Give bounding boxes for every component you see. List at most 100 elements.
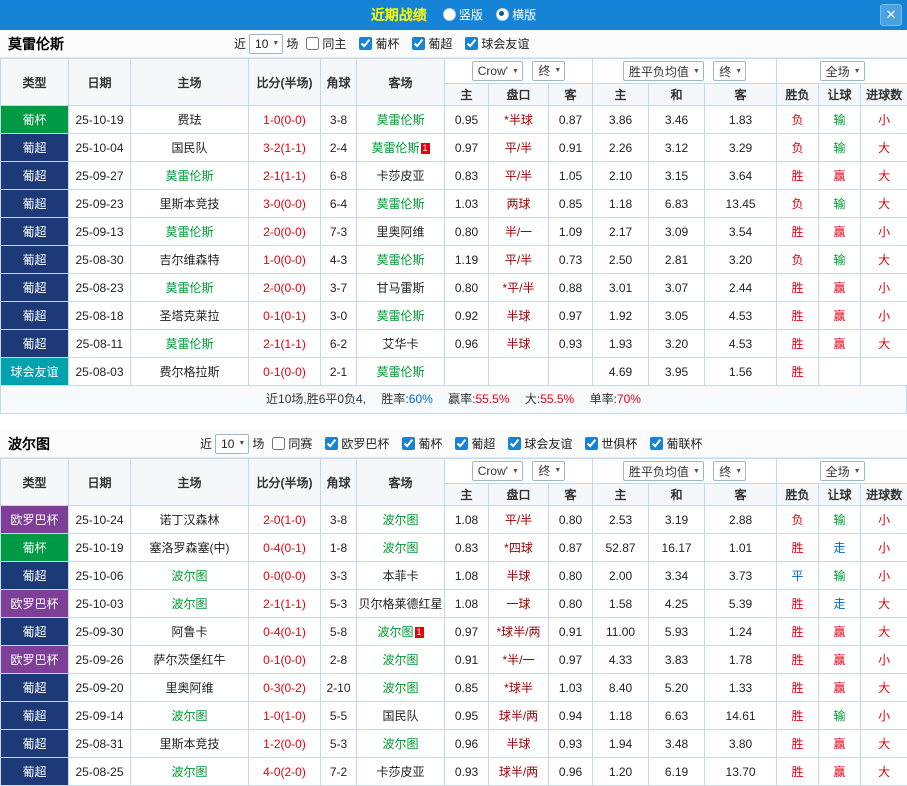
handicap-away-odds-cell: 0.88 xyxy=(549,274,593,302)
handicap-stage-select[interactable]: 终▼ xyxy=(532,461,565,481)
bookmaker-select[interactable]: Crow'▼ xyxy=(472,61,523,81)
date-cell: 25-08-25 xyxy=(69,758,131,786)
match-row: 葡超 25-08-25 波尔图 4-0(2-0) 7-2 卡莎皮亚 0.93 球… xyxy=(1,758,907,786)
checkbox-input[interactable] xyxy=(412,37,425,50)
away-team: 贝尔格莱德红星 xyxy=(358,597,442,611)
radio-icon[interactable] xyxy=(496,8,509,21)
handicap-cell: *球半/两 xyxy=(489,618,549,646)
league-cell: 葡超 xyxy=(1,274,69,302)
filter-label: 葡联杯 xyxy=(666,435,702,452)
odds-draw-cell: 5.93 xyxy=(649,618,705,646)
odds-avg-select[interactable]: 胜平负均值▼ xyxy=(623,461,704,481)
date-cell: 25-09-20 xyxy=(69,674,131,702)
checkbox-input[interactable] xyxy=(402,437,415,450)
handicap-away-odds-cell: 0.73 xyxy=(549,246,593,274)
goals-result-cell: 小 xyxy=(861,562,907,590)
checkbox-input[interactable] xyxy=(650,437,663,450)
home-team-cell: 圣塔克莱拉 xyxy=(131,302,249,330)
result-cell: 负 xyxy=(777,506,819,534)
odds-away-cell: 3.54 xyxy=(705,218,777,246)
handicap-away-odds-cell: 0.80 xyxy=(549,590,593,618)
handicap-cell xyxy=(489,358,549,386)
filter-checkbox[interactable]: 葡超 xyxy=(455,435,495,452)
match-count-select[interactable]: 10▼ xyxy=(249,34,283,54)
odds-draw-cell: 3.12 xyxy=(649,134,705,162)
scope-select[interactable]: 全场▼ xyxy=(820,461,865,481)
checkbox-input[interactable] xyxy=(272,437,285,450)
odds-away-cell: 3.73 xyxy=(705,562,777,590)
radio-icon[interactable] xyxy=(443,8,456,21)
result-cell: 胜 xyxy=(777,274,819,302)
checkbox-input[interactable] xyxy=(585,437,598,450)
checkbox-input[interactable] xyxy=(455,437,468,450)
checkbox-input[interactable] xyxy=(508,437,521,450)
filter-label: 葡超 xyxy=(471,435,495,452)
away-team-cell: 莫雷伦斯 xyxy=(357,106,445,134)
layout-option[interactable]: 竖版 xyxy=(443,6,483,23)
odds-home-cell: 1.18 xyxy=(593,702,649,730)
away-team-cell: 波尔图 xyxy=(357,646,445,674)
home-team: 费尔格拉斯 xyxy=(159,365,219,379)
col-date: 日期 xyxy=(69,459,131,506)
handicap-cell: 球半/两 xyxy=(489,702,549,730)
match-row: 葡超 25-09-27 莫雷伦斯 2-1(1-1) 6-8 卡莎皮亚 0.83 … xyxy=(1,162,907,190)
col-odds-home: 主 xyxy=(593,84,649,106)
away-team: 波尔图 xyxy=(382,513,418,527)
goals-result-cell: 小 xyxy=(861,702,907,730)
home-team: 圣塔克莱拉 xyxy=(159,309,219,323)
odds-draw-cell: 5.20 xyxy=(649,674,705,702)
filter-checkbox[interactable]: 葡杯 xyxy=(359,35,399,52)
filter-checkbox[interactable]: 欧罗巴杯 xyxy=(325,435,389,452)
filter-checkbox[interactable]: 葡超 xyxy=(412,35,452,52)
odds-avg-select[interactable]: 胜平负均值▼ xyxy=(623,61,704,81)
league-cell: 葡超 xyxy=(1,330,69,358)
checkbox-input[interactable] xyxy=(359,37,372,50)
filter-checkbox[interactable]: 同主 xyxy=(306,35,346,52)
near-label: 近 xyxy=(234,35,246,52)
scope-select[interactable]: 全场▼ xyxy=(820,61,865,81)
competition-filters: 同赛 欧罗巴杯 葡杯 葡超 xyxy=(272,435,715,452)
checkbox-input[interactable] xyxy=(465,37,478,50)
handicap-stage-select[interactable]: 终▼ xyxy=(532,61,565,81)
checkbox-input[interactable] xyxy=(306,37,319,50)
bookmaker-select[interactable]: Crow'▼ xyxy=(472,461,523,481)
odds-stage-select[interactable]: 终▼ xyxy=(713,61,746,81)
corners-cell: 3-0 xyxy=(321,302,357,330)
odds-draw-cell: 3.46 xyxy=(649,106,705,134)
layout-option[interactable]: 横版 xyxy=(496,6,536,23)
filter-checkbox[interactable]: 球会友谊 xyxy=(465,35,529,52)
filter-checkbox[interactable]: 球会友谊 xyxy=(508,435,572,452)
match-count-select[interactable]: 10▼ xyxy=(215,434,249,454)
corners-cell: 5-8 xyxy=(321,618,357,646)
odds-draw-cell: 3.34 xyxy=(649,562,705,590)
col-handicap: 盘口 xyxy=(489,84,549,106)
away-team: 卡莎皮亚 xyxy=(376,765,424,779)
result-cell: 胜 xyxy=(777,758,819,786)
odds-home-cell: 8.40 xyxy=(593,674,649,702)
handicap-home-odds-cell: 0.93 xyxy=(445,758,489,786)
league-cell: 葡超 xyxy=(1,302,69,330)
handicap-cell: 半球 xyxy=(489,562,549,590)
close-button[interactable]: ✕ xyxy=(880,4,902,26)
filter-checkbox[interactable]: 葡杯 xyxy=(402,435,442,452)
odds-stage-select[interactable]: 终▼ xyxy=(713,461,746,481)
col-home: 主场 xyxy=(131,59,249,106)
odds-draw-cell: 6.83 xyxy=(649,190,705,218)
filter-checkbox[interactable]: 同赛 xyxy=(272,435,312,452)
handicap-cell: *球半 xyxy=(489,674,549,702)
away-team-cell: 莫雷伦斯 xyxy=(357,246,445,274)
handicap-cell: 平/半 xyxy=(489,506,549,534)
layout-option-label: 竖版 xyxy=(459,6,483,23)
handicap-away-odds-cell: 0.96 xyxy=(549,758,593,786)
date-cell: 25-08-18 xyxy=(69,302,131,330)
filter-checkbox[interactable]: 世俱杯 xyxy=(585,435,637,452)
handicap-home-odds-cell: 1.19 xyxy=(445,246,489,274)
handicap-home-odds-cell: 0.97 xyxy=(445,134,489,162)
away-team: 本菲卡 xyxy=(382,569,418,583)
checkbox-input[interactable] xyxy=(325,437,338,450)
filter-checkbox[interactable]: 葡联杯 xyxy=(650,435,702,452)
record-summary: 近10场,胜6平0负4, 胜率:60% 赢率:55.5% 大:55.5% 单率:… xyxy=(0,386,907,414)
match-row: 葡超 25-09-14 波尔图 1-0(1-0) 5-5 国民队 0.95 球半… xyxy=(1,702,907,730)
league-cell: 欧罗巴杯 xyxy=(1,590,69,618)
home-team-cell: 塞洛罗森塞(中) xyxy=(131,534,249,562)
